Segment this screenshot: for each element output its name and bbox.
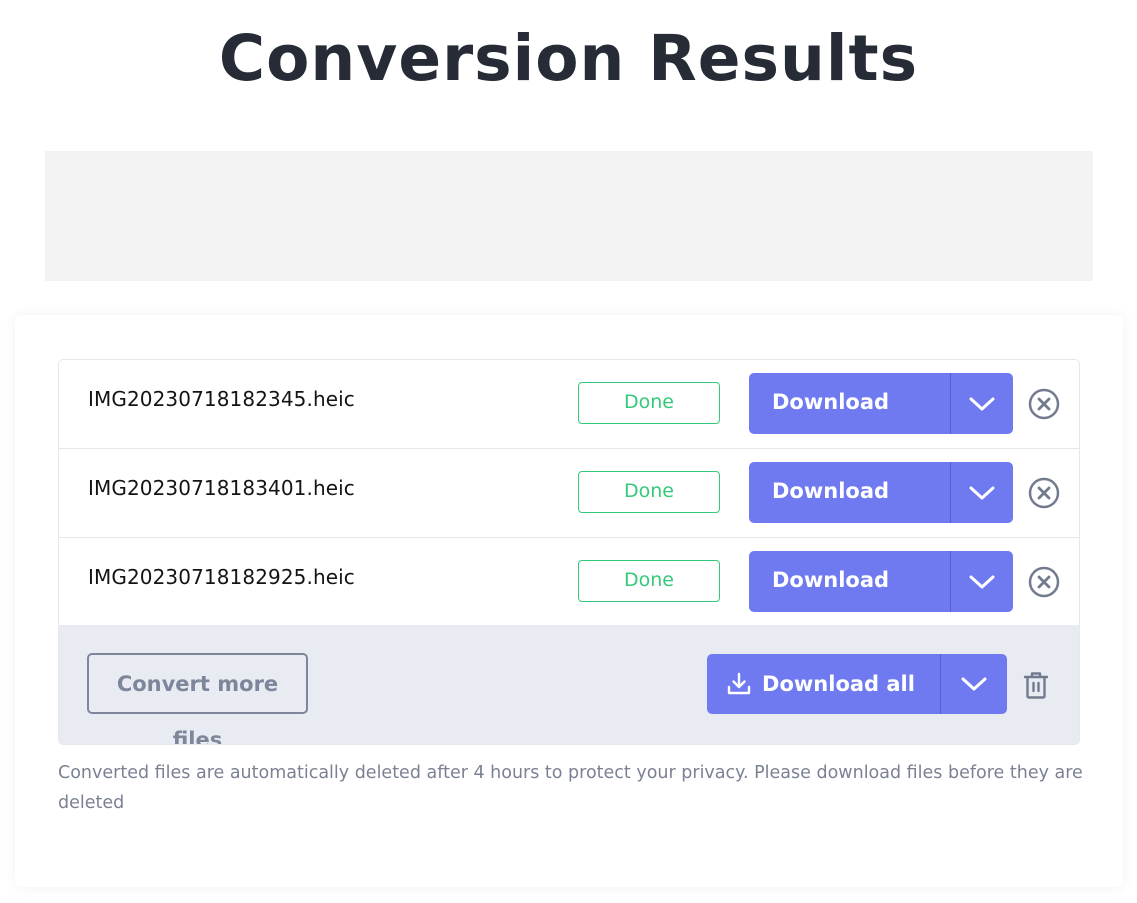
file-row: IMG20230718182925.heic Done Download [59, 538, 1079, 627]
download-options-button[interactable] [951, 462, 1013, 523]
status-badge: Done [578, 382, 720, 424]
download-options-button[interactable] [951, 551, 1013, 612]
download-split-button: Download [749, 373, 1013, 434]
download-split-button: Download [749, 462, 1013, 523]
convert-more-files-button[interactable]: Convert more files [87, 653, 308, 744]
download-all-label: Download all [762, 672, 915, 696]
file-name: IMG20230718183401.heic [88, 476, 355, 500]
download-button[interactable]: Download [749, 373, 951, 434]
chevron-down-icon [961, 677, 987, 691]
remove-file-button[interactable] [1028, 388, 1060, 420]
status-badge: Done [578, 560, 720, 602]
remove-file-button[interactable] [1028, 477, 1060, 509]
results-card: IMG20230718182345.heic Done Download IMG… [15, 315, 1123, 887]
close-circle-icon [1028, 566, 1060, 598]
file-name: IMG20230718182925.heic [88, 565, 355, 589]
file-row: IMG20230718183401.heic Done Download [59, 449, 1079, 538]
download-button[interactable]: Download [749, 462, 951, 523]
chevron-down-icon [969, 397, 995, 410]
chevron-down-icon [969, 575, 995, 588]
page-title: Conversion Results [218, 22, 919, 95]
remove-file-button[interactable] [1028, 566, 1060, 598]
download-all-button[interactable]: Download all [707, 654, 941, 714]
ad-placeholder [45, 151, 1093, 281]
download-options-button[interactable] [951, 373, 1013, 434]
chevron-down-icon [969, 486, 995, 499]
file-list-footer: Convert more files Download all [59, 625, 1079, 744]
file-name: IMG20230718182345.heic [88, 387, 355, 411]
download-all-options-button[interactable] [941, 654, 1007, 714]
download-icon [727, 672, 751, 695]
download-button[interactable]: Download [749, 551, 951, 612]
privacy-note: Converted files are automatically delete… [58, 763, 1083, 813]
trash-icon [1023, 672, 1049, 699]
download-all-split-button: Download all [707, 654, 1007, 714]
download-split-button: Download [749, 551, 1013, 612]
close-circle-icon [1028, 388, 1060, 420]
status-badge: Done [578, 471, 720, 513]
file-row: IMG20230718182345.heic Done Download [59, 360, 1079, 449]
delete-all-button[interactable] [1022, 670, 1050, 700]
close-circle-icon [1028, 477, 1060, 509]
file-list: IMG20230718182345.heic Done Download IMG… [58, 359, 1080, 745]
